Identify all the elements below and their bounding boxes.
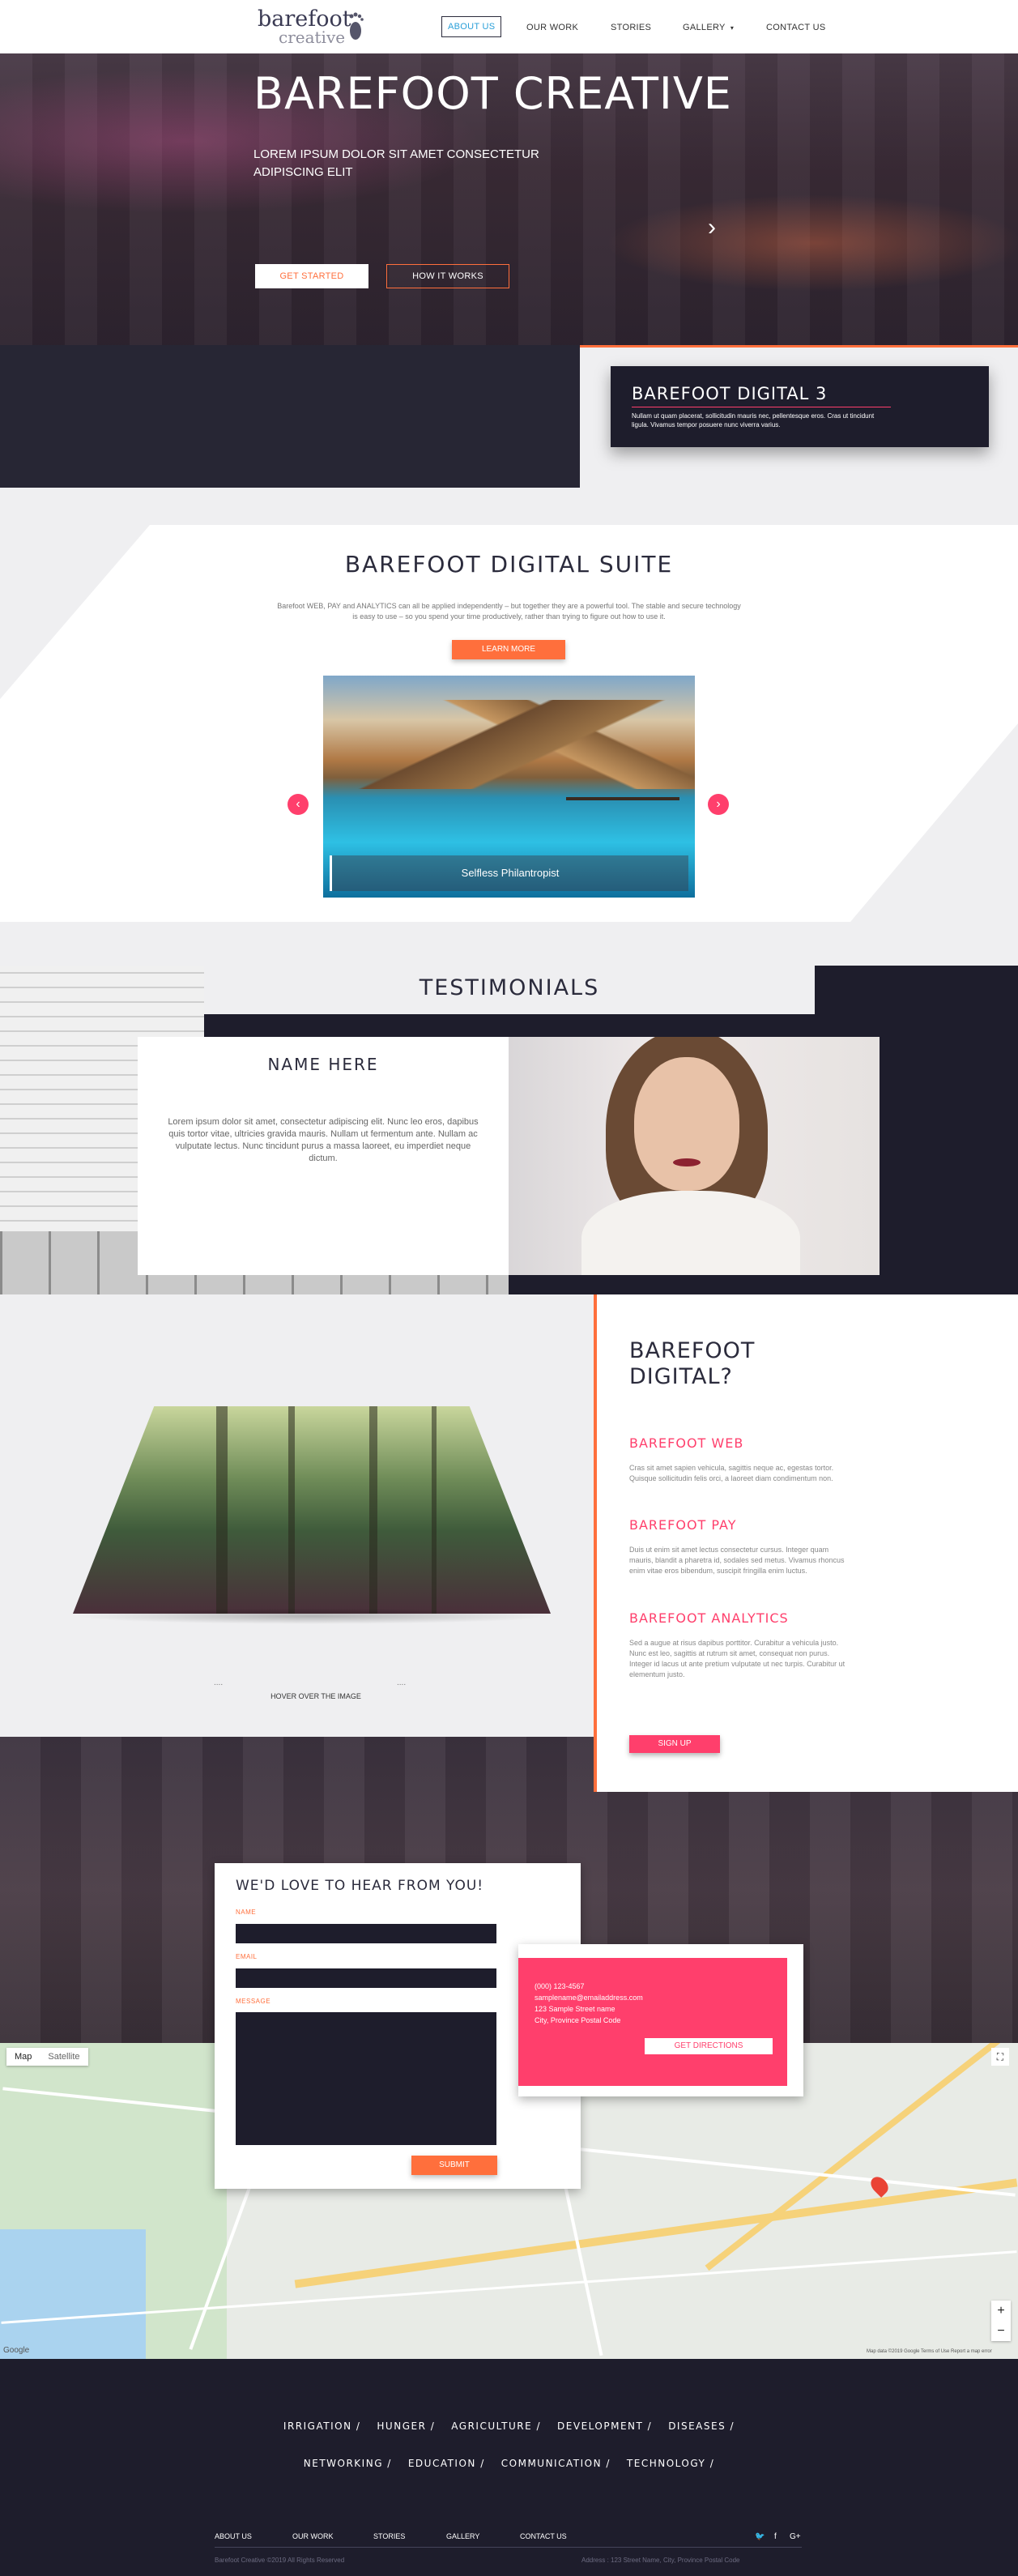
testimonial-portrait	[509, 1037, 880, 1275]
submit-button[interactable]: SUBMIT	[411, 2156, 497, 2175]
footer-link[interactable]: TECHNOLOGY /	[627, 2458, 714, 2469]
name-field[interactable]	[236, 1924, 496, 1943]
suite-text: Barefoot WEB, PAY and ANALYTICS can all …	[277, 602, 741, 621]
nav-contact-us[interactable]: CONTACT US	[766, 19, 826, 36]
message-label: MESSAGE	[236, 1998, 271, 2005]
address-line2: City, Province Postal Code	[535, 2016, 621, 2024]
tilted-forest-image[interactable]	[73, 1406, 551, 1614]
fullscreen-icon[interactable]: ⛶	[991, 2048, 1009, 2066]
footer-address: Address : 123 Street Name, City, Provinc…	[581, 2557, 740, 2564]
footer-link[interactable]: DEVELOPMENT /	[557, 2420, 652, 2432]
footer-nav-stories[interactable]: STORIES	[373, 2532, 405, 2540]
carousel-prev-button[interactable]: ‹	[288, 794, 309, 815]
footer-link[interactable]: AGRICULTURE /	[451, 2420, 541, 2432]
footer-link[interactable]: DISEASES /	[668, 2420, 735, 2432]
chevron-right-icon[interactable]: ›	[708, 215, 727, 240]
web-text: Cras sit amet sapien vehicula, sagittis …	[629, 1464, 834, 1482]
nav-our-work[interactable]: OUR WORK	[526, 19, 578, 36]
message-field[interactable]	[236, 2012, 496, 2145]
email-field[interactable]	[236, 1968, 496, 1988]
footer-link[interactable]: COMMUNICATION /	[501, 2458, 611, 2469]
logo-subtext: creative	[279, 28, 346, 47]
image-shadow	[73, 1608, 551, 1624]
pay-text: Duis ut enim sit amet lectus consectetur…	[629, 1546, 845, 1575]
name-label: NAME	[236, 1909, 257, 1916]
brand-logo[interactable]: barefoot creative	[258, 6, 371, 47]
analytics-heading: BAREFOOT ANALYTICS	[629, 1610, 789, 1626]
contact-info-card: (000) 123-4567 samplename@emailaddress.c…	[518, 1944, 803, 2096]
map-tab[interactable]: Map	[6, 2048, 40, 2066]
phone-text: (000) 123-4567	[535, 1982, 585, 1990]
chevron-down-icon: ▾	[730, 24, 735, 32]
footer-link[interactable]: EDUCATION /	[408, 2458, 485, 2469]
testimonial-quote: Lorem ipsum dolor sit amet, consectetur …	[168, 1117, 479, 1163]
map-type-control: Map Satellite	[6, 2048, 88, 2066]
nav-gallery-label: GALLERY	[683, 23, 726, 32]
digital3-text: Nullam ut quam placerat, sollicitudin ma…	[632, 412, 875, 429]
copyright-text: Barefoot Creative ©2019 All Rights Reser…	[215, 2557, 345, 2564]
footer-nav-gallery[interactable]: GALLERY	[446, 2532, 479, 2540]
twitter-icon[interactable]: 🐦	[755, 2532, 765, 2541]
zoom-out-button[interactable]: −	[991, 2321, 1011, 2341]
digital3-card: BAREFOOT DIGITAL 3 Nullam ut quam placer…	[611, 366, 989, 447]
learn-more-button[interactable]: LEARN MORE	[452, 640, 565, 659]
nav-stories[interactable]: STORIES	[611, 19, 651, 36]
top-navbar	[0, 0, 1018, 53]
slide-caption: Selfless Philantropist	[330, 855, 688, 891]
contact-title: WE'D LOVE TO HEAR FROM YOU!	[236, 1878, 484, 1894]
hero-subtitle: LOREM IPSUM DOLOR SIT AMET CONSECTETUR A…	[253, 147, 539, 179]
hero-overlay-dark	[0, 345, 580, 488]
footer-categories-row1: IRRIGATION / HUNGER / AGRICULTURE / DEVELOP…	[0, 2420, 1018, 2432]
footer-link[interactable]: HUNGER /	[377, 2420, 435, 2432]
facebook-icon[interactable]: f	[774, 2532, 777, 2541]
how-it-works-button[interactable]: HOW IT WORKS	[386, 264, 509, 288]
sign-up-button[interactable]: SIGN UP	[629, 1735, 720, 1753]
nav-gallery[interactable]: GALLERY ▾	[683, 19, 734, 36]
footer-nav-about[interactable]: ABOUT US	[215, 2532, 252, 2540]
email-text[interactable]: samplename@emailaddress.com	[535, 1994, 643, 2002]
zoom-in-button[interactable]: +	[991, 2301, 1011, 2321]
footer-divider	[215, 2547, 802, 2548]
web-heading: BAREFOOT WEB	[629, 1435, 744, 1451]
get-started-button[interactable]: GET STARTED	[255, 264, 368, 288]
carousel-next-button[interactable]: ›	[708, 794, 729, 815]
hero-title: BAREFOOT CREATIVE	[253, 68, 732, 119]
map-zoom-control: + −	[991, 2301, 1011, 2341]
address-line1: 123 Sample Street name	[535, 2005, 615, 2013]
footer-categories-row2: NETWORKING / EDUCATION / COMMUNICATION / TE…	[0, 2458, 1018, 2469]
google-plus-icon[interactable]: G+	[790, 2532, 801, 2541]
hover-dots-left: ....	[214, 1678, 224, 1687]
nav-about-us[interactable]: ABOUT US	[441, 16, 502, 37]
testimonial-card: NAME HERE Lorem ipsum dolor sit amet, co…	[138, 1037, 509, 1275]
digital-title: BAREFOOT DIGITAL?	[629, 1338, 756, 1389]
footer-nav-work[interactable]: OUR WORK	[292, 2532, 334, 2540]
pay-heading: BAREFOOT PAY	[629, 1517, 737, 1533]
footer-link[interactable]: IRRIGATION /	[283, 2420, 360, 2432]
analytics-text: Sed a augue at risus dapibus porttitor. …	[629, 1639, 845, 1678]
email-label: EMAIL	[236, 1953, 258, 1960]
carousel-slide: Selfless Philantropist	[323, 676, 695, 898]
footer-nav-contact[interactable]: CONTACT US	[520, 2532, 567, 2540]
testimonials-title: TESTIMONIALS	[419, 975, 600, 1000]
digital3-title: BAREFOOT DIGITAL 3	[632, 384, 828, 403]
hover-label: HOVER OVER THE IMAGE	[270, 1692, 361, 1700]
satellite-tab[interactable]: Satellite	[40, 2048, 87, 2066]
google-logo: Google	[3, 2346, 30, 2355]
testimonial-name: NAME HERE	[267, 1055, 379, 1074]
suite-title: BAREFOOT DIGITAL SUITE	[344, 551, 674, 578]
footer-link[interactable]: NETWORKING /	[304, 2458, 392, 2469]
get-directions-button[interactable]: GET DIRECTIONS	[645, 2038, 773, 2054]
footprint-icon	[349, 12, 364, 40]
hover-dots-right: ....	[397, 1678, 407, 1687]
map-terms[interactable]: Map data ©2019 Google Terms of Use Repor…	[867, 2349, 992, 2354]
